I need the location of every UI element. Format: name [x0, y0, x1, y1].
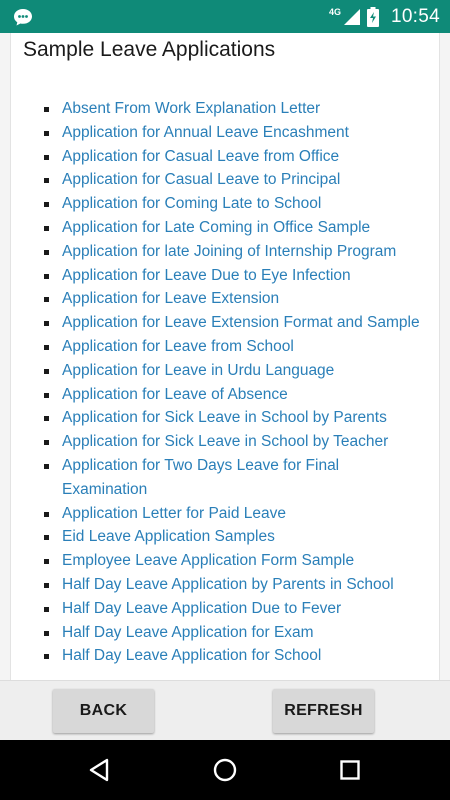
bullet-icon: [44, 440, 49, 446]
application-link[interactable]: Application for Casual Leave from Office: [62, 148, 339, 165]
bullet-icon: [44, 654, 49, 660]
application-link[interactable]: Application for late Joining of Internsh…: [62, 243, 396, 260]
bullet-icon: [44, 202, 49, 208]
application-link[interactable]: Absent From Work Explanation Letter: [62, 100, 320, 117]
bullet-icon: [44, 535, 49, 541]
list-item: Application for late Joining of Internsh…: [11, 240, 431, 264]
application-link[interactable]: Eid Leave Application Samples: [62, 528, 275, 545]
bullet-icon: [44, 321, 49, 327]
application-link[interactable]: Application for Coming Late to School: [62, 195, 321, 212]
application-link[interactable]: Application for Late Coming in Office Sa…: [62, 219, 370, 236]
bullet-icon: [44, 225, 49, 231]
list-item: Application for Sick Leave in School by …: [11, 430, 431, 454]
application-link[interactable]: Application for Leave Extension: [62, 290, 279, 307]
list-item: Half Day Leave Application for School: [11, 644, 431, 668]
signal-icon: [343, 8, 360, 25]
list-item: Eid Leave Application Samples: [11, 525, 431, 549]
list-item: Employee Leave Application Form Sample: [11, 549, 431, 573]
chat-bubble-icon: [14, 9, 32, 26]
application-link[interactable]: Half Day Leave Application by Parents in…: [62, 576, 394, 593]
battery-charging-icon: [366, 6, 379, 27]
triangle-back-icon[interactable]: [84, 754, 116, 786]
bullet-icon: [44, 344, 49, 350]
application-link[interactable]: Application for Sick Leave in School by …: [62, 409, 387, 426]
page-title: Sample Leave Applications: [23, 38, 276, 61]
button-bar: BACK REFRESH: [0, 680, 450, 741]
bullet-icon: [44, 392, 49, 398]
application-link[interactable]: Application for Casual Leave to Principa…: [62, 171, 340, 188]
status-indicators: 4G 10:54: [329, 0, 440, 33]
list-item: Half Day Leave Application for Exam: [11, 621, 431, 645]
list-item: Application for Leave in Urdu Language: [11, 359, 431, 383]
status-bar: 4G 10:54: [0, 0, 450, 33]
application-link[interactable]: Half Day Leave Application for Exam: [62, 624, 314, 641]
application-link[interactable]: Application for Leave from School: [62, 338, 294, 355]
application-link[interactable]: Half Day Leave Application Due to Fever: [62, 600, 341, 617]
bullet-icon: [44, 130, 49, 136]
list-item: Half Day Leave Application by Parents in…: [11, 573, 431, 597]
application-link[interactable]: Application for Leave in Urdu Language: [62, 362, 334, 379]
list-item: Application for Sick Leave in School by …: [11, 406, 431, 430]
bullet-icon: [44, 606, 49, 612]
application-link-list: Absent From Work Explanation Letter Appli…: [11, 97, 431, 668]
list-item: Absent From Work Explanation Letter: [11, 97, 431, 121]
refresh-button[interactable]: REFRESH: [273, 689, 374, 733]
application-link[interactable]: Application Letter for Paid Leave: [62, 505, 286, 522]
list-item: Application for Leave Due to Eye Infecti…: [11, 264, 431, 288]
bullet-icon: [44, 463, 49, 469]
list-item: Application for Annual Leave Encashment: [11, 121, 431, 145]
back-button[interactable]: BACK: [53, 689, 154, 733]
bullet-icon: [44, 582, 49, 588]
square-recents-icon[interactable]: [334, 754, 366, 786]
application-link[interactable]: Application for Leave Due to Eye Infecti…: [62, 267, 351, 284]
bullet-icon: [44, 178, 49, 184]
bullet-icon: [44, 630, 49, 636]
content-webview[interactable]: Sample Leave Applications Absent From Wo…: [0, 33, 450, 680]
list-item: Application for Leave from School: [11, 335, 431, 359]
list-item: Application for Two Days Leave for Final…: [11, 454, 431, 502]
bullet-icon: [44, 368, 49, 374]
circle-home-icon[interactable]: [209, 754, 241, 786]
list-item: Application for Late Coming in Office Sa…: [11, 216, 431, 240]
bullet-icon: [44, 154, 49, 160]
application-link[interactable]: Half Day Leave Application for School: [62, 647, 321, 664]
list-item: Application for Leave Extension: [11, 287, 431, 311]
bullet-icon: [44, 297, 49, 303]
bullet-icon: [44, 273, 49, 279]
list-item: Application for Coming Late to School: [11, 192, 431, 216]
list-item: Application for Leave Extension Format a…: [11, 311, 431, 335]
clock: 10:54: [390, 5, 440, 27]
application-link[interactable]: Application for Leave Extension Format a…: [62, 314, 420, 331]
list-item: Application for Leave of Absence: [11, 383, 431, 407]
content-panel: Sample Leave Applications Absent From Wo…: [10, 33, 440, 680]
list-item: Application Letter for Paid Leave: [11, 502, 431, 526]
list-item: Half Day Leave Application Due to Fever: [11, 597, 431, 621]
application-link[interactable]: Employee Leave Application Form Sample: [62, 552, 354, 569]
application-link[interactable]: Application for Leave of Absence: [62, 386, 288, 403]
bullet-icon: [44, 559, 49, 565]
network-type-label: 4G: [328, 6, 341, 17]
bullet-icon: [44, 511, 49, 517]
application-link[interactable]: Application for Sick Leave in School by …: [62, 433, 388, 450]
list-item: Application for Casual Leave to Principa…: [11, 168, 431, 192]
system-navigation-bar: [0, 740, 450, 800]
bullet-icon: [44, 107, 49, 112]
list-item: Application for Casual Leave from Office: [11, 145, 431, 169]
bullet-icon: [44, 249, 49, 255]
bullet-icon: [44, 416, 49, 422]
application-link[interactable]: Application for Annual Leave Encashment: [62, 124, 349, 141]
application-link[interactable]: Application for Two Days Leave for Final…: [62, 457, 339, 498]
